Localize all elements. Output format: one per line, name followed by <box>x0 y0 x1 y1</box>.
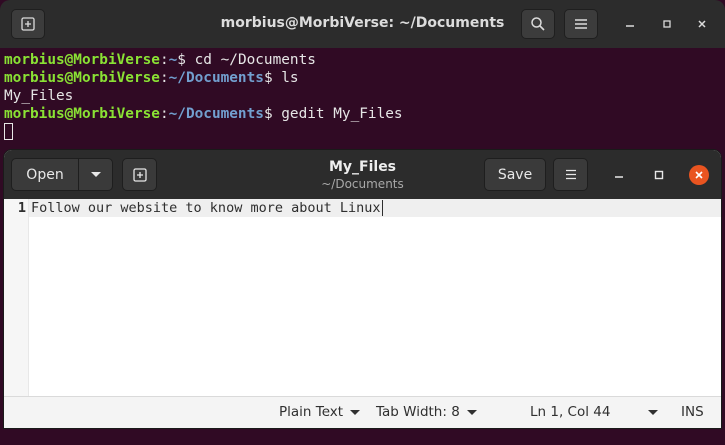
cursor-position-selector[interactable]: Ln 1, Col 44 <box>530 404 659 420</box>
insert-mode-indicator[interactable]: INS <box>681 404 704 420</box>
maximize-icon <box>654 170 664 180</box>
line-number: 1 <box>17 200 26 216</box>
tab-width-selector[interactable]: Tab Width: 8 <box>376 404 477 420</box>
prompt-symbol: $ <box>263 106 282 122</box>
minimize-icon <box>626 25 634 27</box>
language-selector[interactable]: Plain Text <box>279 404 361 420</box>
gedit-menu-button[interactable] <box>553 158 588 191</box>
language-label: Plain Text <box>279 404 344 420</box>
gedit-minimize-button[interactable] <box>611 167 627 183</box>
hamburger-menu-icon <box>575 19 587 29</box>
terminal-line <box>0 123 725 141</box>
search-button[interactable] <box>521 9 555 39</box>
prompt-separator: : <box>159 70 169 86</box>
restore-icon <box>663 20 671 28</box>
prompt-path: ~ <box>168 52 178 68</box>
terminal-line: morbius@MorbiVerse:~/Documents$ gedit My… <box>0 105 725 123</box>
command-text: ls <box>281 70 299 86</box>
command-text: gedit My_Files <box>281 106 403 122</box>
search-icon <box>531 17 545 31</box>
line-number-gutter <box>4 199 29 396</box>
terminal-minimize-button[interactable] <box>622 16 638 32</box>
terminal-headerbar: morbius@MorbiVerse: ~/Documents <box>0 0 725 48</box>
terminal-line: morbius@MorbiVerse:~/Documents$ ls <box>0 69 725 87</box>
terminal-close-button[interactable] <box>694 16 710 32</box>
prompt-symbol: $ <box>177 52 195 68</box>
prompt-path: ~/Documents <box>168 70 264 86</box>
command-text: cd ~/Documents <box>194 52 316 68</box>
insert-mode-label: INS <box>681 404 704 420</box>
terminal-menu-button[interactable] <box>564 9 598 39</box>
close-icon <box>695 171 703 179</box>
terminal-cursor <box>4 123 13 140</box>
gedit-headerbar: Open My_Files ~/Documents Save <box>4 150 721 199</box>
gedit-maximize-button[interactable] <box>651 167 667 183</box>
prompt-user: morbius@MorbiVerse <box>4 70 160 86</box>
close-icon <box>698 20 706 28</box>
cursor-position-label: Ln 1, Col 44 <box>530 404 611 420</box>
hamburger-menu-icon <box>565 169 576 180</box>
terminal-title: morbius@MorbiVerse: ~/Documents <box>220 15 505 31</box>
command-output: My_Files <box>4 88 74 104</box>
save-button[interactable]: Save <box>484 158 546 191</box>
terminal-line: My_Files <box>0 87 725 105</box>
terminal-line: morbius@MorbiVerse:~$ cd ~/Documents <box>0 51 725 69</box>
gedit-window: Open My_Files ~/Documents Save 1 Follow … <box>4 150 721 428</box>
prompt-separator: : <box>159 106 169 122</box>
tab-width-label: Tab Width: 8 <box>376 404 460 420</box>
status-bar: Plain Text Tab Width: 8 Ln 1, Col 44 INS <box>4 396 721 428</box>
editor-line: Follow our website to know more about Li… <box>31 200 381 216</box>
prompt-user: morbius@MorbiVerse <box>4 106 160 122</box>
prompt-path: ~/Documents <box>168 106 264 122</box>
text-caret <box>381 200 383 216</box>
gedit-close-button[interactable] <box>689 165 709 185</box>
prompt-symbol: $ <box>263 70 282 86</box>
prompt-user: morbius@MorbiVerse <box>4 52 160 68</box>
terminal-maximize-button[interactable] <box>659 16 675 32</box>
chevron-down-icon <box>350 409 361 415</box>
minimize-icon <box>615 176 623 178</box>
chevron-down-icon <box>648 409 659 415</box>
save-button-label: Save <box>497 166 533 183</box>
chevron-down-icon <box>466 409 477 415</box>
editor-text-area[interactable]: Follow our website to know more about Li… <box>31 200 383 216</box>
prompt-separator: : <box>159 52 169 68</box>
